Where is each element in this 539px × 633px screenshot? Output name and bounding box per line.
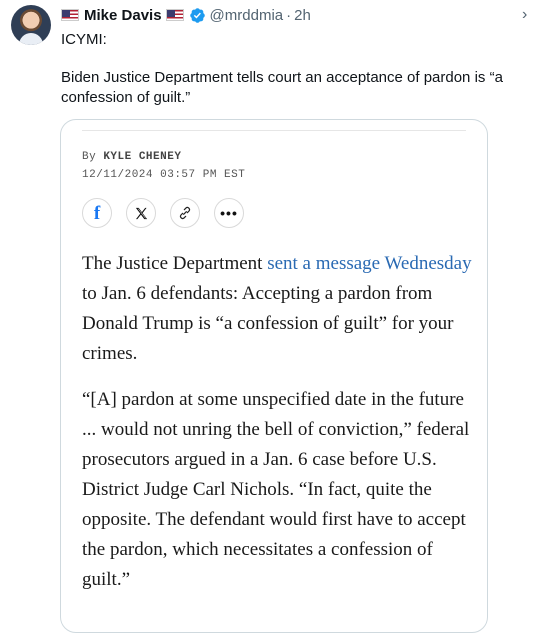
- article-body: The Justice Department sent a message We…: [82, 249, 474, 611]
- article-paragraph-2: “[A] pardon at some unspecified date in …: [82, 389, 470, 590]
- more-icon: •••: [220, 205, 238, 221]
- byline: By KYLE CHENEY: [82, 151, 181, 163]
- timestamp[interactable]: 2h: [294, 7, 311, 24]
- author-name[interactable]: Mike Davis: [84, 7, 162, 24]
- article-paragraph-1: The Justice Department sent a message We…: [82, 249, 474, 369]
- more-share-button[interactable]: •••: [214, 198, 244, 228]
- article-screenshot-card[interactable]: By KYLE CHENEY 12/11/2024 03:57 PM EST f…: [60, 119, 488, 633]
- paragraph-1-text-b: to Jan. 6 defendants: Accepting a pardon…: [82, 283, 454, 364]
- x-icon: [135, 207, 147, 219]
- author-handle[interactable]: @mrddmia: [210, 7, 284, 24]
- verified-badge-icon: [189, 7, 205, 23]
- us-flag-icon: [61, 9, 79, 21]
- x-share-button[interactable]: [126, 198, 156, 228]
- facebook-icon: f: [93, 202, 101, 224]
- byline-author: KYLE CHENEY: [103, 151, 182, 163]
- us-flag-icon: [165, 9, 184, 21]
- tweet-intro: ICYMI:: [61, 31, 107, 48]
- tweet-text: Biden Justice Department tells court an …: [61, 69, 503, 106]
- facebook-share-button[interactable]: f: [82, 198, 112, 228]
- more-options-icon[interactable]: ›: [522, 6, 527, 24]
- sent-message-link[interactable]: sent a message Wednesday: [267, 253, 471, 274]
- tweet-header: Mike Davis @mrddmia · 2h: [61, 5, 311, 25]
- article-date: 12/11/2024 03:57 PM EST: [82, 169, 246, 181]
- avatar[interactable]: [11, 5, 51, 45]
- copy-link-button[interactable]: [170, 198, 200, 228]
- divider: [82, 130, 466, 131]
- paragraph-1-text-a: The Justice Department: [82, 253, 268, 274]
- link-icon: [179, 206, 191, 220]
- byline-prefix: By: [82, 151, 104, 163]
- separator-dot: ·: [286, 6, 292, 24]
